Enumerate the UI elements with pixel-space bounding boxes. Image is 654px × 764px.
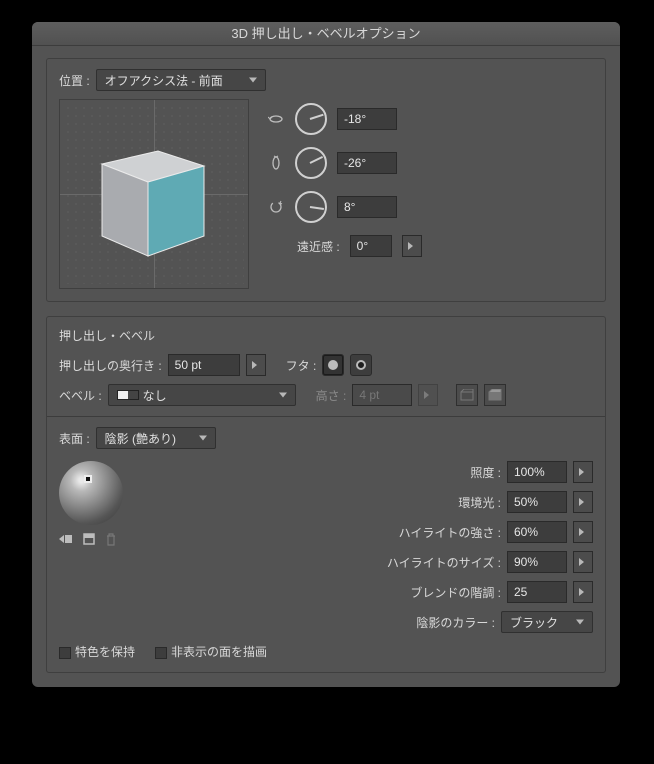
- light-delete-icon: [105, 533, 117, 549]
- highlight-size-stepper[interactable]: [573, 551, 593, 573]
- blend-input[interactable]: 25: [507, 581, 567, 603]
- bevel-swatch-icon: [117, 390, 139, 400]
- bevel-height-input: 4 pt: [352, 384, 412, 406]
- light-move-back-icon[interactable]: [59, 533, 73, 549]
- draw-hidden-checkbox[interactable]: 非表示の面を描画: [155, 643, 267, 660]
- rotate-x-dial[interactable]: [295, 103, 327, 135]
- depth-label: 押し出しの奥行き :: [59, 357, 162, 374]
- light-handle[interactable]: [84, 475, 92, 483]
- surface-label: 表面 :: [59, 430, 90, 447]
- extrude-section-title: 押し出し・ベベル: [59, 327, 593, 344]
- intensity-label: 照度 :: [470, 464, 501, 481]
- blend-label: ブレンドの階調 :: [410, 584, 501, 601]
- perspective-label: 遠近感 :: [297, 238, 340, 255]
- rotate-y-input[interactable]: -26°: [337, 152, 397, 174]
- bevel-select[interactable]: なし: [108, 384, 296, 406]
- position-select[interactable]: オフアクシス法 - 前面: [96, 69, 266, 91]
- bevel-out-button: [484, 384, 506, 406]
- ambient-label: 環境光 :: [458, 494, 501, 511]
- rotate-y-icon: [267, 154, 285, 172]
- cap-off-button[interactable]: [350, 354, 372, 376]
- highlight-int-label: ハイライトの強さ :: [399, 524, 501, 541]
- ambient-input[interactable]: 50%: [507, 491, 567, 513]
- cube-icon: [92, 136, 212, 261]
- rotate-y-dial[interactable]: [295, 147, 327, 179]
- light-new-icon[interactable]: [83, 533, 95, 549]
- rotation-cube-preview[interactable]: [59, 99, 249, 289]
- bevel-in-button: [456, 384, 478, 406]
- ambient-stepper[interactable]: [573, 491, 593, 513]
- rotate-z-icon: [267, 198, 285, 216]
- rotate-x-icon: [267, 110, 285, 128]
- perspective-stepper[interactable]: [402, 235, 422, 257]
- depth-stepper[interactable]: [246, 354, 266, 376]
- rotate-z-dial[interactable]: [295, 191, 327, 223]
- title-bar: 3D 押し出し・ベベルオプション: [32, 22, 620, 46]
- position-label: 位置 :: [59, 72, 90, 89]
- highlight-size-label: ハイライトのサイズ :: [387, 554, 501, 571]
- cap-on-button[interactable]: [322, 354, 344, 376]
- bevel-height-label: 高さ :: [316, 387, 347, 404]
- rotate-x-input[interactable]: -18°: [337, 108, 397, 130]
- blend-stepper[interactable]: [573, 581, 593, 603]
- position-group: 位置 : オフアクシス法 - 前面: [46, 58, 606, 302]
- cap-label: フタ :: [286, 357, 317, 374]
- surface-select[interactable]: 陰影 (艶あり): [96, 427, 216, 449]
- preserve-spot-checkbox[interactable]: 特色を保持: [59, 643, 135, 660]
- rotate-z-input[interactable]: 8°: [337, 196, 397, 218]
- intensity-stepper[interactable]: [573, 461, 593, 483]
- light-sphere[interactable]: [59, 461, 123, 525]
- shade-color-select[interactable]: ブラック: [501, 611, 593, 633]
- bevel-height-stepper: [418, 384, 438, 406]
- window-title: 3D 押し出し・ベベルオプション: [231, 26, 420, 41]
- perspective-input[interactable]: 0°: [350, 235, 392, 257]
- highlight-int-input[interactable]: 60%: [507, 521, 567, 543]
- extrude-bevel-group: 押し出し・ベベル 押し出しの奥行き : 50 pt フタ : ベベル : なし …: [46, 316, 606, 673]
- intensity-input[interactable]: 100%: [507, 461, 567, 483]
- bevel-label: ベベル :: [59, 387, 102, 404]
- shade-color-label: 陰影のカラー :: [416, 614, 495, 631]
- dialog-3d-extrude-bevel: 3D 押し出し・ベベルオプション 位置 : オフアクシス法 - 前面: [32, 22, 620, 687]
- highlight-int-stepper[interactable]: [573, 521, 593, 543]
- highlight-size-input[interactable]: 90%: [507, 551, 567, 573]
- depth-input[interactable]: 50 pt: [168, 354, 240, 376]
